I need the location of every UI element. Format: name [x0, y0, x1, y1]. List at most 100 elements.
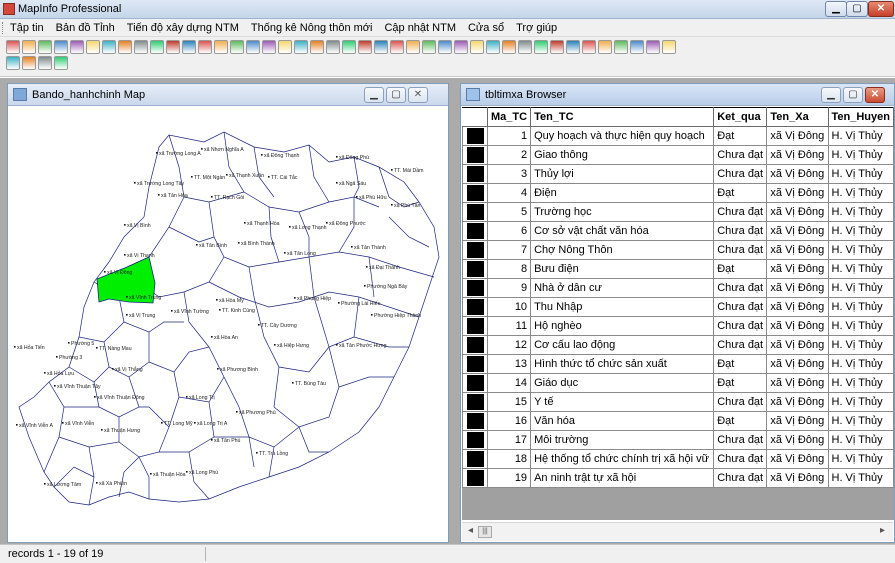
- toolbar-tool-icon[interactable]: [310, 40, 324, 54]
- cell-ten-xa[interactable]: xã Vị Đông: [766, 430, 829, 450]
- toolbar-tool-icon[interactable]: [422, 40, 436, 54]
- cell-ten-huyen[interactable]: H. Vị Thủy: [827, 468, 894, 488]
- cell-ten-xa[interactable]: xã Vị Đông: [766, 449, 829, 469]
- toolbar-tool-icon[interactable]: [662, 40, 676, 54]
- toolbar-tool-icon[interactable]: [534, 40, 548, 54]
- cell-ten-tc[interactable]: Hệ thống tổ chức chính trị xã hội vữ: [530, 449, 715, 469]
- cell-ket-qua[interactable]: Đạt: [713, 354, 768, 374]
- map-window[interactable]: Bando_hanhchinh Map ▁ ▢ ✕ xã Trường Long…: [7, 83, 449, 543]
- cell-ten-xa[interactable]: xã Vị Đông: [766, 278, 829, 298]
- cell-ten-xa[interactable]: xã Vị Đông: [766, 373, 829, 393]
- table-row[interactable]: 9 Nhà ở dân cư Chưa đạt xã Vị Đông H. Vị Thủ…: [462, 278, 894, 298]
- row-selector[interactable]: [462, 297, 488, 317]
- toolbar-tool-icon[interactable]: [230, 40, 244, 54]
- cell-ten-tc[interactable]: An ninh trật tự xã hội: [530, 468, 715, 488]
- table-row[interactable]: 3 Thủy lợi Chưa đạt xã Vị Đông H. Vị Thủy: [462, 164, 894, 184]
- cell-ten-huyen[interactable]: H. Vị Thủy: [827, 183, 894, 203]
- cell-ma-tc[interactable]: 13: [486, 354, 532, 374]
- toolbar-tool-icon[interactable]: [134, 40, 148, 54]
- cell-ma-tc[interactable]: 12: [486, 335, 532, 355]
- toolbar-tool-icon[interactable]: [438, 40, 452, 54]
- table-row[interactable]: 15 Y tế Chưa đạt xã Vị Đông H. Vị Thủy: [462, 392, 894, 412]
- cell-ma-tc[interactable]: 19: [486, 468, 532, 488]
- cell-ten-xa[interactable]: xã Vị Đông: [766, 316, 829, 336]
- cell-ma-tc[interactable]: 18: [486, 449, 532, 469]
- cell-ket-qua[interactable]: Chưa đạt: [713, 164, 768, 184]
- cell-ten-xa[interactable]: xã Vị Đông: [766, 126, 829, 146]
- cell-ma-tc[interactable]: 16: [486, 411, 532, 431]
- table-row[interactable]: 8 Bưu điện Đạt xã Vị Đông H. Vị Thủy: [462, 259, 894, 279]
- toolbar-tool-icon[interactable]: [502, 40, 516, 54]
- cell-ket-qua[interactable]: Chưa đạt: [713, 240, 768, 260]
- toolbar-tool-icon[interactable]: [630, 40, 644, 54]
- cell-ten-tc[interactable]: Trường học: [530, 202, 715, 222]
- cell-ten-tc[interactable]: Nhà ở dân cư: [530, 278, 715, 298]
- cell-ten-tc[interactable]: Hình thức tổ chức sản xuất: [530, 354, 715, 374]
- toolbar-tool-icon[interactable]: [54, 40, 68, 54]
- cell-ma-tc[interactable]: 2: [486, 145, 532, 165]
- toolbar-tool-icon[interactable]: [214, 40, 228, 54]
- cell-ten-xa[interactable]: xã Vị Đông: [766, 335, 829, 355]
- table-row[interactable]: 14 Giáo dục Đạt xã Vị Đông H. Vị Thủy: [462, 373, 894, 393]
- cell-ma-tc[interactable]: 15: [486, 392, 532, 412]
- column-header-ten-xa[interactable]: Ten_Xa: [766, 107, 829, 127]
- horizontal-scrollbar[interactable]: ◂ ||| ▸: [462, 522, 893, 541]
- toolbar-tool-icon[interactable]: [86, 40, 100, 54]
- menu-update-ntm[interactable]: Cập nhật NTM: [382, 21, 458, 35]
- menu-window[interactable]: Cửa sổ: [466, 21, 506, 35]
- cell-ket-qua[interactable]: Chưa đạt: [713, 335, 768, 355]
- cell-ket-qua[interactable]: Chưa đạt: [713, 278, 768, 298]
- cell-ten-xa[interactable]: xã Vị Đông: [766, 411, 829, 431]
- cell-ten-huyen[interactable]: H. Vị Thủy: [827, 259, 894, 279]
- toolbar-tool-icon[interactable]: [182, 40, 196, 54]
- map-window-titlebar[interactable]: Bando_hanhchinh Map ▁ ▢ ✕: [8, 84, 448, 106]
- cell-ten-xa[interactable]: xã Vị Đông: [766, 145, 829, 165]
- cell-ket-qua[interactable]: Chưa đạt: [713, 449, 768, 469]
- row-selector[interactable]: [462, 145, 488, 165]
- cell-ket-qua[interactable]: Đạt: [713, 373, 768, 393]
- cell-ten-xa[interactable]: xã Vị Đông: [766, 164, 829, 184]
- cell-ket-qua[interactable]: Chưa đạt: [713, 430, 768, 450]
- menu-help[interactable]: Trợ giúp: [514, 21, 559, 35]
- cell-ma-tc[interactable]: 14: [486, 373, 532, 393]
- cell-ten-huyen[interactable]: H. Vị Thủy: [827, 221, 894, 241]
- cell-ten-huyen[interactable]: H. Vị Thủy: [827, 164, 894, 184]
- district-map[interactable]: xã Trường Long Axã Nhơn Nghĩa A xã Đông T…: [9, 107, 447, 540]
- browser-minimize-button[interactable]: ▁: [821, 87, 841, 103]
- table-row[interactable]: 17 Môi trường Chưa đạt xã Vị Đông H. Vị Thủy: [462, 430, 894, 450]
- cell-ten-huyen[interactable]: H. Vị Thủy: [827, 449, 894, 469]
- toolbar-tool-icon[interactable]: [150, 40, 164, 54]
- table-row[interactable]: 12 Cơ cấu lao động Chưa đạt xã Vị Đông H. Vị…: [462, 335, 894, 355]
- toolbar-tool-icon[interactable]: [166, 40, 180, 54]
- toolbar-tool-icon[interactable]: [614, 40, 628, 54]
- cell-ten-tc[interactable]: Y tế: [530, 392, 715, 412]
- cell-ma-tc[interactable]: 9: [486, 278, 532, 298]
- row-selector[interactable]: [462, 202, 488, 222]
- cell-ket-qua[interactable]: Chưa đạt: [713, 145, 768, 165]
- row-selector[interactable]: [462, 164, 488, 184]
- cell-ten-huyen[interactable]: H. Vị Thủy: [827, 411, 894, 431]
- cell-ten-tc[interactable]: Thu Nhập: [530, 297, 715, 317]
- scroll-right-arrow-icon[interactable]: ▸: [880, 525, 885, 536]
- cell-ten-huyen[interactable]: H. Vị Thủy: [827, 335, 894, 355]
- toolbar-tool-icon[interactable]: [486, 40, 500, 54]
- cell-ma-tc[interactable]: 5: [486, 202, 532, 222]
- row-selector[interactable]: [462, 259, 488, 279]
- table-row[interactable]: 1 Quy hoạch và thực hiện quy hoạch Đạt xã V…: [462, 126, 894, 146]
- row-selector[interactable]: [462, 183, 488, 203]
- menu-ntm-progress[interactable]: Tiến độ xây dựng NTM: [125, 21, 241, 35]
- cell-ten-huyen[interactable]: H. Vị Thủy: [827, 145, 894, 165]
- cell-ten-huyen[interactable]: H. Vị Thủy: [827, 373, 894, 393]
- row-selector[interactable]: [462, 126, 488, 146]
- row-selector[interactable]: [462, 335, 488, 355]
- cell-ma-tc[interactable]: 8: [486, 259, 532, 279]
- cell-ten-tc[interactable]: Cơ cấu lao động: [530, 335, 715, 355]
- map-close-button[interactable]: ✕: [408, 87, 428, 103]
- cell-ten-tc[interactable]: Điện: [530, 183, 715, 203]
- toolbar-tool-icon[interactable]: [454, 40, 468, 54]
- cell-ten-xa[interactable]: xã Vị Đông: [766, 259, 829, 279]
- cell-ten-huyen[interactable]: H. Vị Thủy: [827, 316, 894, 336]
- cell-ma-tc[interactable]: 11: [486, 316, 532, 336]
- browser-window-titlebar[interactable]: tbltimxa Browser ▁ ▢ ✕: [461, 84, 894, 106]
- toolbar-tool-icon[interactable]: [6, 40, 20, 54]
